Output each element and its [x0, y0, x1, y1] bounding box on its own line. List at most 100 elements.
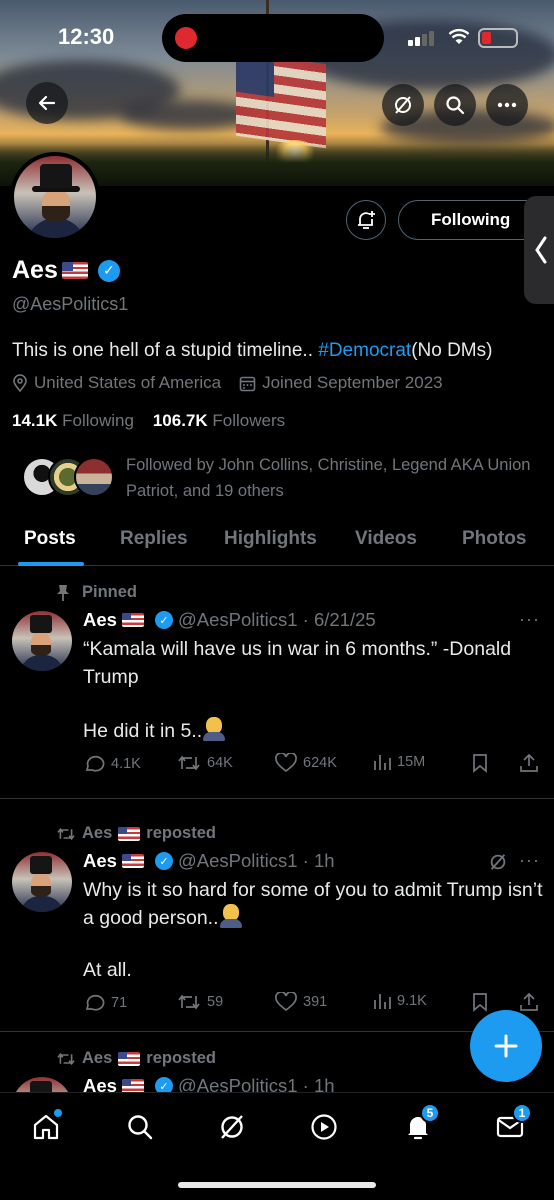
- post-actions: 71 59 391 9.1K: [83, 992, 543, 1016]
- us-flag-emoji: [121, 1079, 144, 1093]
- like-icon: [275, 992, 297, 1012]
- tab-photos[interactable]: Photos: [462, 528, 526, 550]
- messages-badge: 1: [512, 1103, 532, 1123]
- following-count: 14.1K: [12, 411, 58, 430]
- compose-button[interactable]: [470, 1010, 542, 1082]
- signal-icon: [408, 30, 436, 46]
- followers-count: 106.7K: [152, 411, 208, 430]
- post-handle-time: @AesPolitics1 · 6/21/25: [177, 609, 376, 630]
- post-text-line2: He did it in 5..: [83, 717, 545, 745]
- chevron-left-icon: [535, 236, 547, 264]
- profile-name: Aes: [12, 256, 58, 284]
- back-button[interactable]: [26, 82, 68, 124]
- post-more-icon[interactable]: ···: [519, 609, 540, 630]
- nav-messages[interactable]: 1: [490, 1103, 532, 1147]
- repost-count: 64K: [207, 755, 233, 771]
- reply-icon: [85, 755, 105, 772]
- search-button[interactable]: [434, 84, 476, 126]
- nav-home[interactable]: [26, 1107, 66, 1147]
- repost-context-name[interactable]: Aes: [82, 1049, 112, 1068]
- following-label: Following: [62, 411, 134, 430]
- like-button[interactable]: 391: [275, 992, 327, 1012]
- followed-by-text: Followed by John Collins, Christine, Leg…: [126, 456, 531, 500]
- bookmark-button[interactable]: [471, 992, 489, 1012]
- battery-icon: [478, 28, 518, 48]
- following-link[interactable]: 14.1K Following: [12, 411, 134, 430]
- post-author-name[interactable]: Aes: [83, 609, 117, 631]
- post-more-icon[interactable]: ···: [519, 850, 540, 871]
- profile-avatar[interactable]: [10, 152, 100, 242]
- location-icon: [13, 374, 27, 392]
- post-context-label: Pinned: [82, 583, 138, 601]
- verified-badge-icon: ✓: [154, 611, 173, 629]
- post-author-name[interactable]: Aes: [83, 850, 117, 872]
- profile-name-row: Aes ✓: [12, 256, 120, 285]
- reply-count: 71: [111, 995, 128, 1011]
- tab-replies[interactable]: Replies: [120, 528, 188, 550]
- active-tab-indicator: [18, 562, 84, 566]
- repost-context-name[interactable]: Aes: [82, 824, 112, 843]
- like-button[interactable]: 624K: [275, 753, 337, 773]
- bio-text: This is one hell of a stupid timeline..: [12, 340, 319, 361]
- post-author-avatar[interactable]: [12, 852, 72, 912]
- more-button[interactable]: [486, 84, 528, 126]
- us-flag-emoji: [118, 826, 141, 841]
- repost-icon: [57, 827, 75, 840]
- reply-button[interactable]: 71: [83, 992, 127, 1014]
- grok-button[interactable]: [382, 84, 424, 126]
- share-icon: [520, 753, 538, 772]
- share-icon: [520, 992, 538, 1011]
- repost-button[interactable]: 64K: [177, 753, 233, 773]
- home-icon: [33, 1114, 59, 1140]
- dynamic-island: [162, 14, 384, 62]
- us-flag-emoji: [61, 262, 88, 279]
- grok-icon: [221, 1115, 243, 1139]
- nav-notifications[interactable]: 5: [398, 1103, 440, 1147]
- bio-hashtag-link[interactable]: #Democrat: [318, 340, 411, 361]
- recording-indicator: [175, 27, 197, 49]
- post-actions: 4.1K 64K 624K 15M: [83, 753, 543, 777]
- followed-by-row[interactable]: Followed by John Collins, Christine, Leg…: [22, 452, 542, 502]
- like-count: 624K: [303, 755, 337, 771]
- compose-icon: [494, 1034, 518, 1058]
- nav-grok[interactable]: [212, 1107, 252, 1147]
- post-reposted[interactable]: Aes reposted Aes ✓ @AesPolitics1 · 1h ··…: [0, 800, 554, 1032]
- tab-videos[interactable]: Videos: [355, 528, 417, 550]
- home-indicator: [178, 1182, 376, 1188]
- reply-button[interactable]: 4.1K: [83, 753, 141, 775]
- status-time: 12:30: [58, 24, 115, 49]
- views-button[interactable]: 15M: [373, 753, 425, 771]
- nav-video[interactable]: [304, 1107, 344, 1147]
- post-author-avatar[interactable]: [12, 611, 72, 671]
- nav-search[interactable]: [120, 1107, 160, 1147]
- repost-button[interactable]: 59: [177, 992, 223, 1012]
- like-count: 391: [303, 994, 328, 1010]
- verified-badge-icon[interactable]: ✓: [97, 259, 120, 282]
- repost-context-suffix: reposted: [146, 1049, 216, 1067]
- tab-posts[interactable]: Posts: [24, 528, 76, 550]
- bookmark-button[interactable]: [471, 753, 489, 773]
- profile-handle: @AesPolitics1: [12, 294, 129, 314]
- grok-icon[interactable]: [488, 852, 508, 872]
- search-icon: [446, 96, 465, 115]
- share-button[interactable]: [519, 992, 539, 1012]
- post-pinned[interactable]: Pinned Aes ✓ @AesPolitics1 · 6/21/25 ···…: [0, 567, 554, 799]
- bell-plus-icon: [358, 211, 375, 229]
- notifications-subscribe-button[interactable]: [346, 200, 386, 240]
- followers-link[interactable]: 106.7K Followers: [153, 411, 285, 430]
- pin-icon: [57, 584, 69, 601]
- like-icon: [275, 753, 297, 773]
- views-button[interactable]: 9.1K: [373, 992, 427, 1010]
- calendar-icon: [239, 376, 256, 391]
- reply-icon: [85, 994, 105, 1011]
- tab-highlights[interactable]: Highlights: [224, 528, 317, 550]
- back-icon: [38, 95, 56, 111]
- verified-badge-icon: ✓: [154, 852, 173, 870]
- views-count: 15M: [397, 754, 426, 770]
- home-unread-dot: [54, 1109, 62, 1117]
- post-text-1: Why is it so hard for some of you to adm…: [83, 879, 548, 929]
- side-panel-handle[interactable]: [524, 196, 554, 304]
- follower-avatar: [74, 457, 114, 497]
- post-handle-time: @AesPolitics1 · 1h: [177, 850, 335, 871]
- share-button[interactable]: [519, 753, 539, 773]
